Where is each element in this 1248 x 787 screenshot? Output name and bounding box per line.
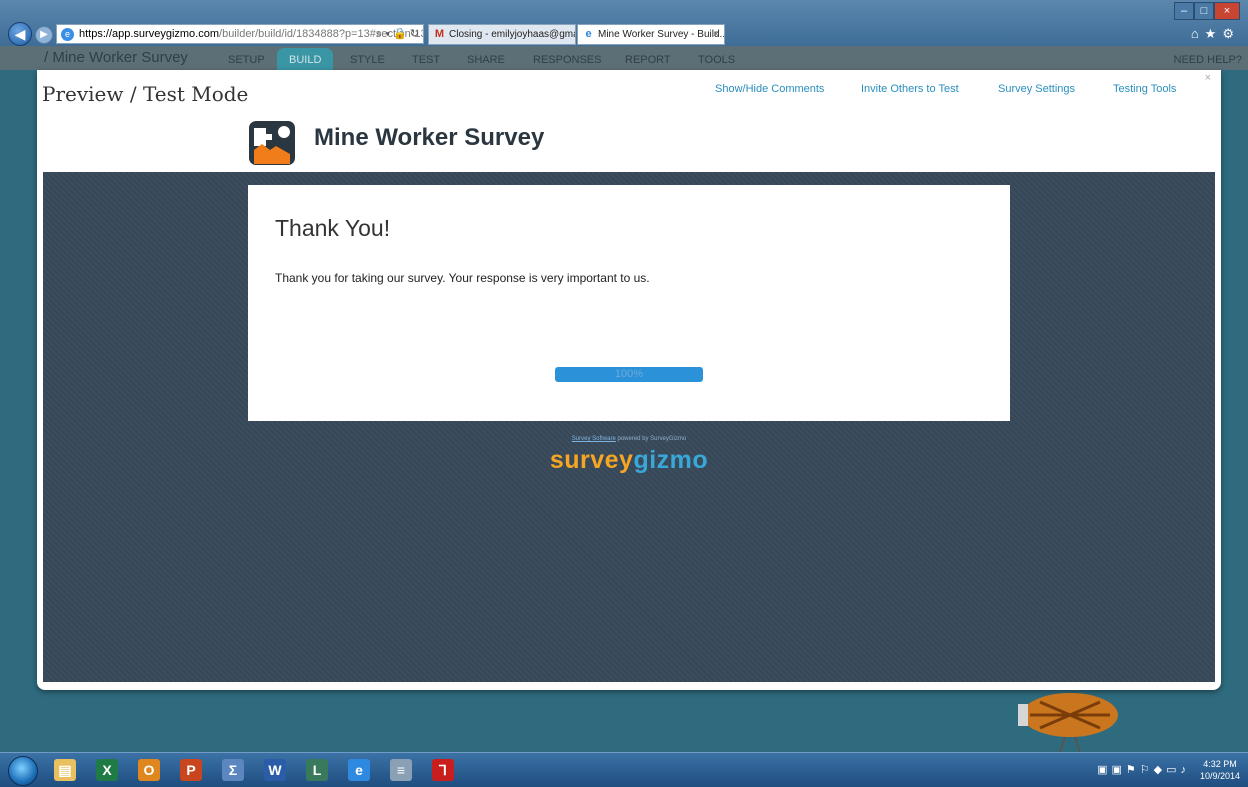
internet-explorer-icon: e [348,759,370,781]
app-bar: / Mine Worker Survey SETUP BUILD STYLE T… [0,46,1248,72]
taskbar-app-internet-explorer[interactable]: e [342,756,376,785]
tab-share[interactable]: SHARE [467,54,505,66]
browser-chrome: ◀ ▶ e https://app.surveygizmo.com/builde… [0,0,1248,46]
tab-setup[interactable]: SETUP [228,54,265,66]
powered-by-text: powered by SurveyGizmo [615,436,687,442]
progress-bar: 100% [555,367,703,382]
survey-software-link[interactable]: Survey Software [572,436,616,442]
taskbar-app-word[interactable]: W [258,756,292,785]
invite-others-link[interactable]: Invite Others to Test [861,83,959,95]
thank-you-heading: Thank You! [275,215,391,241]
tab-responses[interactable]: RESPONSES [533,54,601,66]
window-controls: – □ × [1174,1,1242,20]
clock-date: 10/9/2014 [1199,771,1240,781]
url-host: https://app.surveygizmo.com [79,28,220,40]
close-window-icon[interactable]: × [1214,2,1240,20]
ie-icon: e [585,28,592,40]
clock[interactable]: 4:32 PM 10/9/2014 [1200,758,1240,782]
excel-icon: X [96,759,118,781]
address-tools-icon[interactable]: ⌕ ▾ 🔒 ↻ [376,25,419,43]
ie-icon: e [61,28,74,41]
progress-label: 100% [614,368,644,380]
tab-tools[interactable]: TOOLS [698,54,735,66]
survey-name: Mine Worker Survey [314,124,545,151]
taskbar-app-powerpoint[interactable]: P [174,756,208,785]
home-favorites-settings-icon[interactable]: ⌂★⚙ [1191,26,1240,42]
powered-by-line: Survey Software powered by SurveyGizmo [43,436,1215,442]
survey-card: Thank You! Thank you for taking our surv… [248,185,1010,421]
outlook-icon: O [138,759,160,781]
surveygizmo-logo[interactable]: surveygizmo [43,446,1215,475]
close-icon[interactable]: × [1205,72,1211,84]
forward-arrow-icon[interactable]: ▶ [35,26,53,44]
browser-tab-gmail[interactable]: M Closing - emilyjoyhaas@gmail... [428,24,576,45]
taskbar: ▤ X O P Σ W Le ≡ ⅂ ▣▣⚑⚐◆▭♪ 4:32 PM 10/9/2014 [0,752,1248,787]
taskbar-app-outlook[interactable]: O [132,756,166,785]
clock-time: 4:32 PM [1203,759,1237,769]
tab-label: Closing - emilyjoyhaas@gmail... [449,29,575,40]
taskbar-app-lync[interactable]: Σ [216,756,250,785]
testing-tools-link[interactable]: Testing Tools [1113,83,1176,95]
tab-test[interactable]: TEST [412,54,440,66]
back-arrow-icon[interactable]: ◀ [8,22,32,46]
survey-area: Thank You! Thank you for taking our surv… [43,172,1215,682]
app-title: / Mine Worker Survey [44,49,188,66]
taskbar-app-excel[interactable]: X [90,756,124,785]
brand-part-survey: survey [549,446,634,474]
survey-settings-link[interactable]: Survey Settings [998,83,1075,95]
lync-icon: Σ [222,759,244,781]
word-icon: W [264,759,286,781]
start-button[interactable] [8,756,38,786]
survey-logo-icon [249,121,295,165]
taskbar-app-calculator[interactable]: ≡ [384,756,418,785]
taskbar-app-acrobat[interactable]: ⅂ [426,756,460,785]
taskbar-app-explorer[interactable]: ▤ [48,756,82,785]
taskbar-app-project[interactable]: L [300,756,334,785]
tab-report[interactable]: REPORT [625,54,671,66]
airship-wallpaper-icon [1018,693,1118,760]
calculator-icon: ≡ [390,759,412,781]
powerpoint-icon: P [180,759,202,781]
tab-label: Mine Worker Survey - Build... [598,29,725,40]
maximize-icon[interactable]: □ [1194,2,1214,20]
show-hide-comments-link[interactable]: Show/Hide Comments [715,83,824,95]
address-bar[interactable]: e https://app.surveygizmo.com/builder/bu… [56,24,424,44]
modal-title: Preview / Test Mode [42,82,249,106]
system-tray-icons[interactable]: ▣▣⚑⚐◆▭♪ [1097,763,1190,776]
project-icon: L [306,759,328,781]
tab-style[interactable]: STYLE [350,54,385,66]
brand-part-gizmo: gizmo [633,446,709,474]
explorer-icon: ▤ [54,759,76,781]
minimize-icon[interactable]: – [1174,2,1194,20]
preview-modal: Preview / Test Mode Show/Hide Comments I… [37,70,1221,690]
browser-tab-survey[interactable]: e Mine Worker Survey - Build... × [577,24,725,45]
thank-you-message: Thank you for taking our survey. Your re… [275,271,650,285]
acrobat-icon: ⅂ [432,759,454,781]
close-tab-icon[interactable]: × [713,25,719,44]
need-help-link[interactable]: NEED HELP? [1174,54,1242,66]
gmail-icon: M [434,28,445,40]
tab-build[interactable]: BUILD [277,48,334,72]
